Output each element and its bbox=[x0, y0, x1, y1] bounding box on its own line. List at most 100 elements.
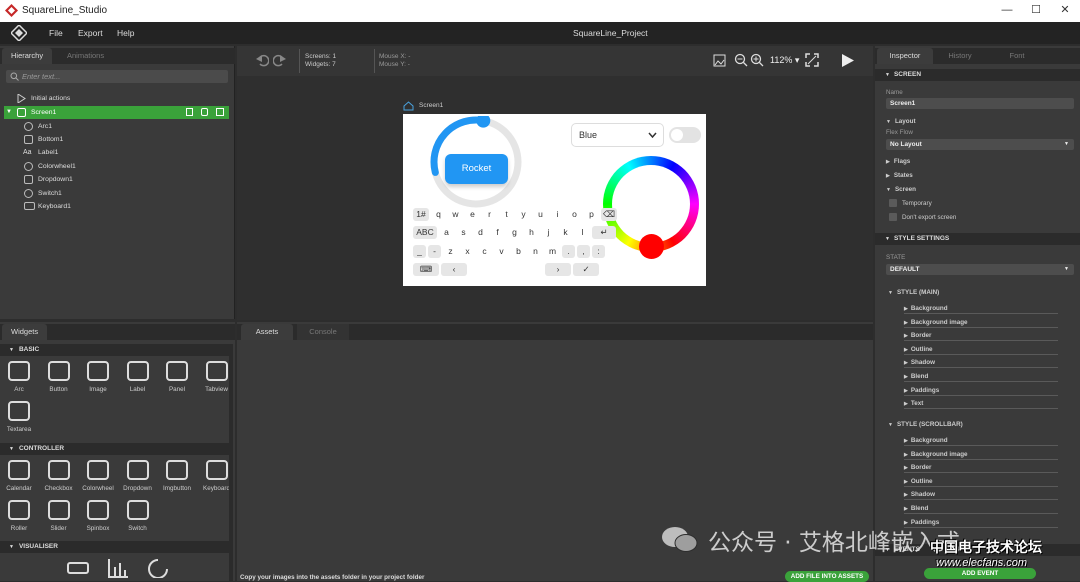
zoom-out-icon[interactable] bbox=[734, 53, 748, 67]
widget-panel[interactable]: Panel bbox=[158, 358, 196, 396]
widget-colorwheel[interactable]: Colorwheel bbox=[79, 457, 117, 495]
hierarchy-item-screen1[interactable]: ▼ Screen1 bbox=[4, 106, 229, 119]
style-property-shadow[interactable]: ▶ Shadow bbox=[904, 357, 1058, 369]
style-property-background-image[interactable]: ▶ Background image bbox=[904, 317, 1058, 328]
keyboard-key[interactable]: k bbox=[558, 226, 573, 239]
rocket-button[interactable]: Rocket bbox=[445, 154, 508, 184]
tab-inspector[interactable]: Inspector bbox=[877, 48, 933, 64]
widget-imgbutton[interactable]: Imgbutton bbox=[158, 457, 196, 495]
keyboard-key[interactable] bbox=[469, 263, 543, 276]
tab-assets[interactable]: Assets bbox=[241, 324, 293, 340]
keyboard-key[interactable]: ↵ bbox=[592, 226, 616, 239]
temporary-checkbox[interactable] bbox=[889, 199, 897, 207]
add-event-button[interactable]: ADD EVENT bbox=[924, 568, 1036, 579]
hierarchy-item[interactable]: Switch1 bbox=[4, 187, 229, 200]
style-property-blend[interactable]: ▶ Blend bbox=[904, 371, 1058, 382]
widget-label[interactable]: Label bbox=[119, 358, 157, 396]
widget-checkbox[interactable]: Checkbox bbox=[40, 457, 78, 495]
maximize-button[interactable]: ☐ bbox=[1029, 3, 1043, 17]
keyboard-key[interactable]: 1# bbox=[413, 208, 429, 221]
keyboard-key[interactable]: b bbox=[511, 245, 526, 258]
keyboard-key[interactable]: s bbox=[456, 226, 471, 239]
image-icon[interactable] bbox=[713, 54, 726, 67]
tab-widgets[interactable]: Widgets bbox=[2, 324, 48, 340]
hierarchy-item[interactable]: Aa Label1 bbox=[4, 146, 229, 159]
widget-spinbox[interactable]: Spinbox bbox=[79, 497, 117, 535]
keyboard-key[interactable]: t bbox=[499, 208, 514, 221]
zoom-in-icon[interactable] bbox=[750, 53, 764, 67]
keyboard-key[interactable]: : bbox=[592, 245, 605, 258]
spinner-widget-icon[interactable] bbox=[147, 558, 169, 578]
keyboard-key[interactable]: g bbox=[507, 226, 522, 239]
style-property-shadow[interactable]: ▶ Shadow bbox=[904, 489, 1058, 501]
keyboard-key[interactable]: f bbox=[490, 226, 505, 239]
hierarchy-item[interactable]: Keyboard1 bbox=[4, 200, 229, 213]
keyboard-key[interactable]: j bbox=[541, 226, 556, 239]
widget-switch[interactable]: Switch bbox=[119, 497, 157, 535]
lock-icon[interactable] bbox=[201, 108, 208, 116]
style-main-toggle[interactable]: ▼ STYLE (MAIN) bbox=[888, 289, 939, 296]
keyboard-key[interactable]: p bbox=[584, 208, 599, 221]
colorwheel-knob[interactable] bbox=[639, 234, 664, 259]
keyboard-key[interactable]: a bbox=[439, 226, 454, 239]
keyboard-key[interactable]: ⌫ bbox=[601, 208, 617, 221]
keyboard-key[interactable]: - bbox=[428, 245, 441, 258]
add-file-into-assets-button[interactable]: ADD FILE INTO ASSETS bbox=[785, 571, 869, 582]
tab-console[interactable]: Console bbox=[297, 324, 349, 340]
keyboard-key[interactable]: q bbox=[431, 208, 446, 221]
keyboard-key[interactable]: , bbox=[577, 245, 590, 258]
style-scrollbar-toggle[interactable]: ▼ STYLE (SCROLLBAR) bbox=[888, 421, 963, 428]
widget-arc[interactable]: Arc bbox=[0, 358, 38, 396]
dont-export-checkbox[interactable] bbox=[889, 213, 897, 221]
style-property-paddings[interactable]: ▶ Paddings bbox=[904, 385, 1058, 396]
style-property-blend[interactable]: ▶ Blend bbox=[904, 503, 1058, 514]
keyboard-key[interactable]: › bbox=[545, 263, 571, 276]
state-select[interactable]: DEFAULT ▼ bbox=[886, 264, 1074, 275]
keyboard-key[interactable]: ABC bbox=[413, 226, 437, 239]
keyboard-key[interactable]: x bbox=[460, 245, 475, 258]
keyboard-key[interactable]: e bbox=[465, 208, 480, 221]
widget-calendar[interactable]: Calendar bbox=[0, 457, 38, 495]
zoom-level-select[interactable]: 112% ▾ bbox=[770, 55, 799, 66]
states-toggle[interactable]: ▶ States bbox=[886, 172, 913, 179]
layout-select[interactable]: No Layout ▼ bbox=[886, 139, 1074, 150]
tab-font-manager[interactable]: Font Manager bbox=[987, 48, 1047, 76]
keyboard-key[interactable]: ⌨ bbox=[413, 263, 439, 276]
keyboard-key[interactable]: o bbox=[567, 208, 582, 221]
style-property-background-image[interactable]: ▶ Background image bbox=[904, 449, 1058, 460]
keyboard-key[interactable]: i bbox=[550, 208, 565, 221]
flags-toggle[interactable]: ▶ Flags bbox=[886, 158, 910, 165]
play-icon[interactable] bbox=[841, 53, 855, 68]
name-input[interactable]: Screen1 bbox=[886, 98, 1074, 109]
keyboard-key[interactable]: m bbox=[545, 245, 560, 258]
hierarchy-item[interactable]: Dropdown1 bbox=[4, 173, 229, 186]
menu-export[interactable]: Export bbox=[78, 28, 103, 38]
style-property-border[interactable]: ▶ Border bbox=[904, 462, 1058, 474]
widget-slider[interactable]: Slider bbox=[40, 497, 78, 535]
screen-preview[interactable]: Rocket Blue 1# q w e r t y u i o p ⌫ ABC a s d f g h j k l ↵ _ -… bbox=[403, 114, 706, 286]
arc-knob[interactable] bbox=[476, 116, 491, 128]
tab-animations[interactable]: Animations bbox=[58, 48, 113, 64]
style-property-text[interactable]: ▶ Text bbox=[904, 398, 1058, 410]
section-visualiser[interactable]: ▼ VISUALISER bbox=[0, 541, 229, 553]
section-screen[interactable]: ▼ SCREEN bbox=[875, 69, 1080, 81]
keyboard-key[interactable]: y bbox=[516, 208, 531, 221]
hierarchy-item[interactable]: Colorwheel1 bbox=[4, 160, 229, 173]
initial-actions-item[interactable]: Initial actions bbox=[4, 92, 229, 105]
keyboard-key[interactable]: . bbox=[562, 245, 575, 258]
keyboard-key[interactable]: v bbox=[494, 245, 509, 258]
keyboard-key[interactable]: n bbox=[528, 245, 543, 258]
keyboard-key[interactable]: c bbox=[477, 245, 492, 258]
duplicate-icon[interactable] bbox=[216, 108, 224, 116]
redo-icon[interactable] bbox=[273, 53, 287, 67]
widget-button[interactable]: Button bbox=[40, 358, 78, 396]
fit-screen-icon[interactable] bbox=[805, 53, 819, 67]
keyboard-key[interactable]: w bbox=[448, 208, 463, 221]
keyboard-key[interactable]: u bbox=[533, 208, 548, 221]
section-basic[interactable]: ▼ BASIC bbox=[0, 344, 229, 356]
keyboard-key[interactable]: _ bbox=[413, 245, 426, 258]
widget-textarea[interactable]: Textarea bbox=[0, 398, 38, 436]
widget-dropdown[interactable]: Dropdown bbox=[119, 457, 157, 495]
menu-file[interactable]: File bbox=[49, 28, 63, 38]
widget-image[interactable]: Image bbox=[79, 358, 117, 396]
